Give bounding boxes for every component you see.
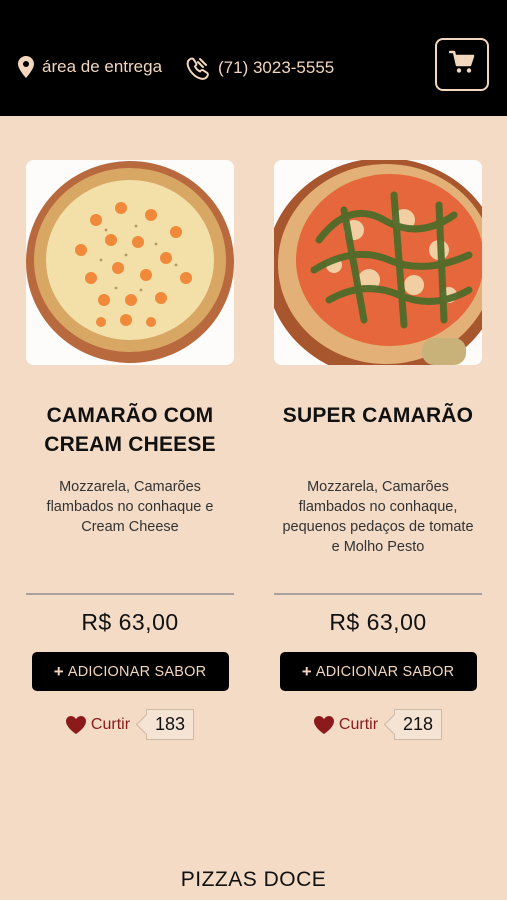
shopping-cart-icon: [448, 50, 475, 79]
product-card: CAMARÃO COM CREAM CHEESE Mozzarela, Cama…: [26, 160, 234, 740]
map-pin-icon: [18, 56, 34, 78]
product-description: Mozzarela, Camarões flambados no conhaqu…: [46, 479, 214, 535]
divider: [274, 593, 482, 595]
top-bar: área de entrega (71) 3023-5555: [0, 0, 507, 116]
like-bar: Curtir 183: [26, 709, 234, 740]
section-title: PIZZAS DOCE: [180, 868, 327, 891]
phone-link[interactable]: (71) 3023-5555: [186, 56, 334, 80]
like-bar: Curtir 218: [274, 709, 482, 740]
like-button[interactable]: Curtir: [65, 715, 131, 734]
divider: [26, 593, 234, 595]
delivery-area-label: área de entrega: [42, 57, 163, 76]
product-card: SUPER CAMARÃO Mozzarela, Camarões flamba…: [274, 160, 482, 740]
product-name: CAMARÃO COM CREAM CHEESE: [44, 404, 216, 456]
add-flavor-button[interactable]: + ADICIONAR SABOR: [279, 652, 477, 691]
like-label: Curtir: [90, 715, 131, 733]
plus-icon: +: [53, 661, 64, 681]
phone-icon: [186, 56, 210, 80]
product-price: R$ 63,00: [81, 609, 179, 635]
like-count: 183: [146, 709, 195, 740]
add-flavor-label: ADICIONAR SABOR: [67, 663, 207, 680]
add-flavor-button[interactable]: + ADICIONAR SABOR: [31, 652, 229, 691]
phone-number: (71) 3023-5555: [218, 58, 335, 77]
delivery-area-link[interactable]: área de entrega: [18, 56, 162, 78]
product-price: R$ 63,00: [329, 609, 427, 635]
cart-button[interactable]: [435, 38, 489, 91]
like-button[interactable]: Curtir: [313, 715, 379, 734]
like-label: Curtir: [338, 715, 379, 733]
heart-icon: [313, 715, 334, 734]
product-image[interactable]: [26, 160, 234, 365]
heart-icon: [65, 715, 86, 734]
product-name: SUPER CAMARÃO: [282, 404, 474, 427]
plus-icon: +: [301, 661, 312, 681]
add-flavor-label: ADICIONAR SABOR: [315, 663, 455, 680]
product-image[interactable]: [274, 160, 482, 365]
like-count: 218: [394, 709, 443, 740]
product-description: Mozzarela, Camarões flambados no conhaqu…: [282, 479, 474, 555]
